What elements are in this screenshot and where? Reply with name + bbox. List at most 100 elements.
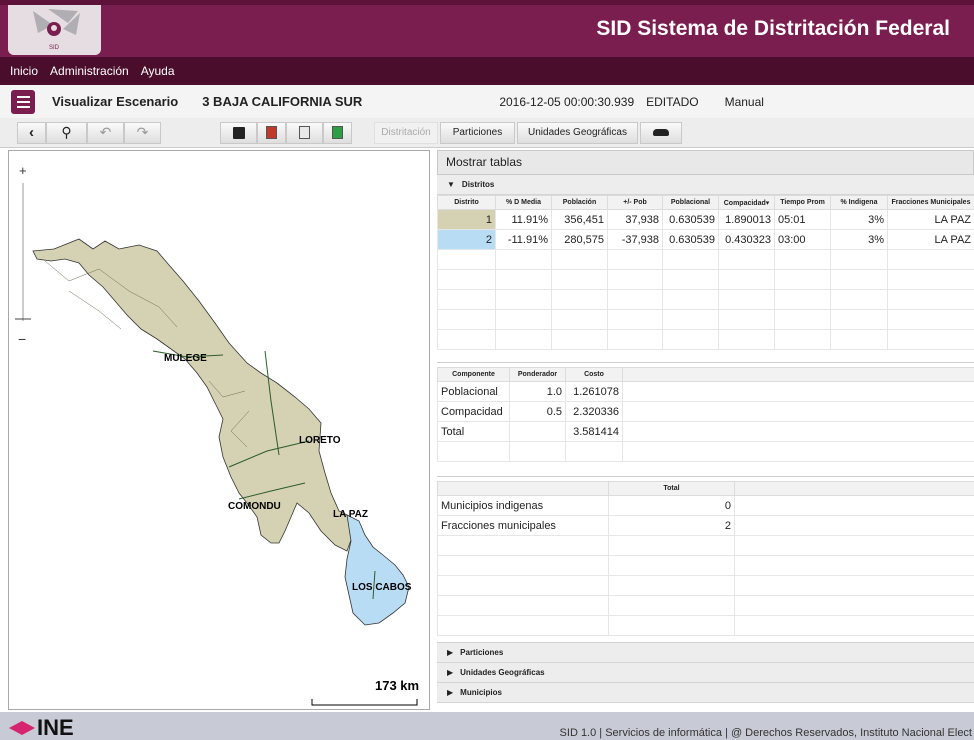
table-row[interactable]: 2 -11.91% 280,575 -37,938 0.630539 0.430323 03… (437, 229, 974, 250)
triangle-right-icon: ▶ (447, 668, 454, 677)
distritos-col-header[interactable]: +/- Pob (607, 195, 663, 210)
scenario-timestamp: 2016-12-05 00:00:30.939 (499, 94, 635, 109)
scale-bar (311, 699, 418, 706)
table-cell: 0 (608, 495, 735, 516)
table-cell: 2.320336 (565, 401, 623, 422)
label-la-paz: LA PAZ (333, 509, 368, 520)
scenario-name: 3 BAJA CALIFORNIA SUR (202, 94, 363, 109)
table-cell (509, 421, 566, 442)
district-1-shape[interactable] (32, 238, 356, 552)
unidades-geograficas-button[interactable]: Unidades Geográficas (517, 121, 638, 144)
menu-inicio[interactable]: Inicio (10, 64, 38, 78)
total-column-header: Total (608, 481, 735, 496)
distritos-section-header[interactable]: ▼ Distritos (437, 175, 974, 195)
label-loreto: LORETO (299, 435, 341, 446)
particiones-button[interactable]: Particiones (440, 121, 515, 144)
table-cell: Compacidad (437, 401, 510, 422)
scenario-mode: Manual (724, 94, 764, 109)
table-cell: 0.430323 (718, 229, 775, 250)
table-cell: 1.0 (509, 381, 566, 402)
table-row[interactable]: Municipios indigenas 0 (437, 495, 974, 516)
car-button[interactable] (640, 121, 682, 144)
label-los-cabos: LOS CABOS (352, 582, 412, 593)
undo-button[interactable]: ↶ (87, 121, 124, 144)
unidades-geograficas-section-header[interactable]: ▶ Unidades Geográficas (437, 663, 974, 683)
footer-copyright: SID 1.0 | Servicios de informática | @ D… (559, 727, 972, 739)
table-cell: 03:00 (774, 229, 831, 250)
table-cell: 1.261078 (565, 381, 623, 402)
distritos-col-header[interactable]: Población (551, 195, 608, 210)
triangle-right-icon: ▶ (447, 648, 454, 657)
table-cell: 1.890013 (718, 209, 775, 230)
export-pdf-button[interactable] (257, 121, 286, 144)
zoom-out-control[interactable]: − (18, 331, 26, 347)
table-cell: LA PAZ (887, 209, 974, 230)
table-row[interactable]: Compacidad 0.5 2.320336 (437, 401, 974, 422)
particiones-section-header[interactable]: ▶ Particiones (437, 643, 974, 663)
table-cell: -11.91% (495, 229, 552, 250)
table-cell: 0.630539 (662, 209, 719, 230)
table-cell: 0.5 (509, 401, 566, 422)
table-cell: 2 (437, 229, 496, 250)
triangle-down-icon: ▼ (447, 180, 455, 189)
table-row[interactable]: Total 3.581414 (437, 421, 974, 442)
table-row[interactable]: Fracciones municipales 2 (437, 515, 974, 536)
table-cell: Poblacional (437, 381, 510, 402)
show-tables-header[interactable]: Mostrar tablas (437, 150, 974, 175)
scenario-status: EDITADO (646, 94, 699, 109)
sid-logo: SID (8, 5, 101, 55)
menu-ayuda[interactable]: Ayuda (141, 64, 175, 78)
app-title: SID Sistema de Distritación Federal (596, 17, 950, 40)
export-image-button[interactable] (286, 121, 323, 144)
distritos-col-header[interactable]: Distrito (437, 195, 496, 210)
menu-administracion[interactable]: Administración (50, 64, 129, 78)
costo-col-header[interactable]: Costo (565, 367, 623, 382)
distritos-col-header[interactable]: Poblacional (662, 195, 719, 210)
save-button[interactable] (220, 121, 257, 144)
tables-panel: Mostrar tablas ▼ Distritos Distrito% D Me… (437, 150, 974, 710)
user-pin-icon: ⚲ (61, 124, 72, 140)
export-csv-button[interactable] (323, 121, 352, 144)
hamburger-menu-icon[interactable] (11, 89, 35, 114)
table-cell: 3% (830, 209, 888, 230)
table-cell: 37,938 (607, 209, 663, 230)
collapsed-sections: ▶ Particiones ▶ Unidades Geográficas ▶ Munici… (437, 643, 974, 703)
main-menu: Inicio Administración Ayuda (0, 57, 974, 85)
app-window: SID SID Sistema de Distritación Federal … (0, 0, 974, 740)
scale-label: 173 km (375, 678, 419, 693)
table-cell: 356,451 (551, 209, 608, 230)
distritos-col-header[interactable]: Fracciones Municipales (887, 195, 974, 210)
svg-text:SID: SID (49, 45, 60, 51)
label-mulege: MULEGE (164, 353, 207, 364)
map-view[interactable]: + − MULEGE LORETO COMONDU LA PAZ LOS CAB… (8, 150, 430, 710)
table-cell: 3% (830, 229, 888, 250)
table-cell: Total (437, 421, 510, 442)
locate-button[interactable]: ⚲ (46, 121, 87, 144)
district-2-shape[interactable] (344, 514, 410, 626)
distritos-col-header[interactable]: Tiempo Prom (774, 195, 831, 210)
footer-bar: INE SID 1.0 | Servicios de informática |… (0, 712, 974, 740)
car-icon (653, 129, 669, 136)
chevron-left-icon: ‹ (29, 124, 34, 141)
scenario-bar: Visualizar Escenario 3 BAJA CALIFORNIA S… (0, 85, 974, 118)
csv-file-icon (332, 126, 343, 139)
redo-button[interactable]: ↷ (124, 121, 161, 144)
table-row[interactable]: 1 11.91% 356,451 37,938 0.630539 1.890013 05:0… (437, 209, 974, 230)
costo-col-header[interactable]: Componente (437, 367, 510, 382)
table-cell: Municipios indigenas (437, 495, 609, 516)
distritos-col-header[interactable]: % D Media (495, 195, 552, 210)
image-file-icon (299, 126, 310, 139)
municipios-section-header[interactable]: ▶ Municipios (437, 683, 974, 703)
distritos-col-header[interactable]: Compacidad▾ (718, 195, 775, 210)
distritos-col-header[interactable]: % Indigena (830, 195, 888, 210)
costo-col-header[interactable]: Ponderador (509, 367, 566, 382)
zoom-in-control[interactable]: + (19, 163, 27, 178)
save-icon (232, 126, 245, 139)
distritos-table: Distrito% D Media Población +/- Pob Poblaci… (437, 195, 974, 350)
distritacion-button[interactable]: Distritación (374, 121, 438, 144)
table-cell: 280,575 (551, 229, 608, 250)
table-row[interactable]: Poblacional 1.0 1.261078 (437, 381, 974, 402)
undo-icon: ↶ (99, 124, 112, 140)
back-button[interactable]: ‹ (17, 121, 46, 144)
ine-logo: INE (9, 717, 74, 739)
